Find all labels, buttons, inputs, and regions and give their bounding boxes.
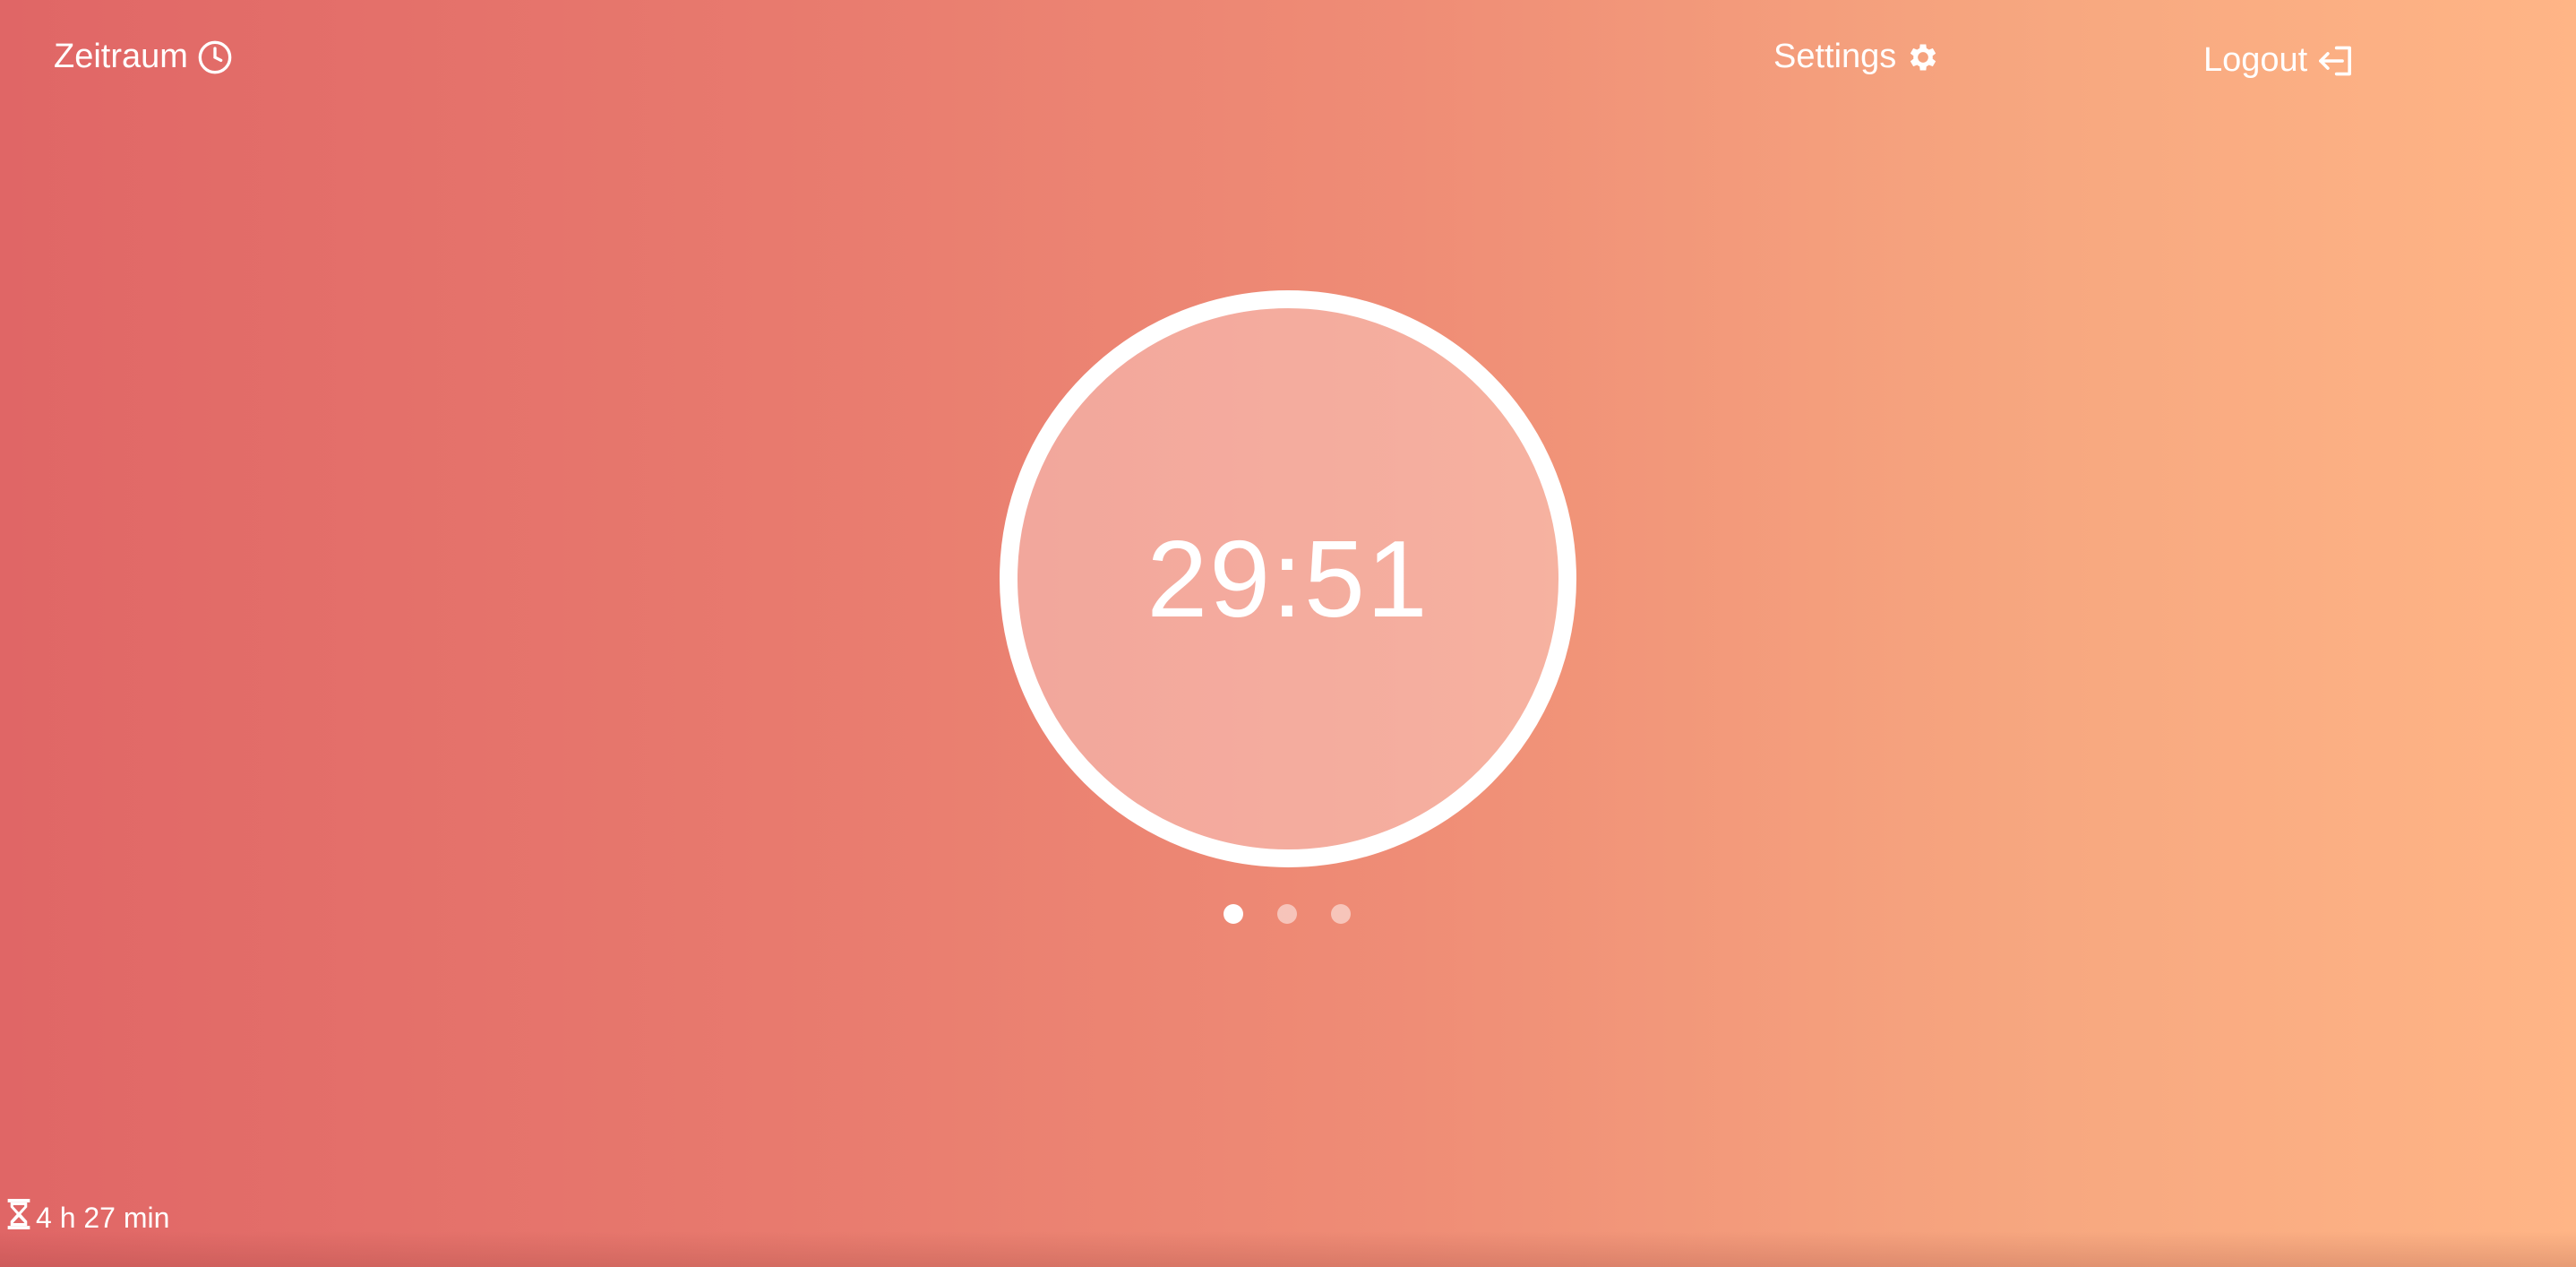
worktime-status: 4 h 27 min [7,1199,169,1237]
logout-label: Logout [2203,41,2308,79]
brand-link[interactable]: Zeitraum [54,38,233,76]
gear-icon [1905,39,1941,75]
settings-link[interactable]: Settings [1773,38,1941,76]
bottom-shade [0,1231,2576,1267]
pager-dot-3[interactable] [1331,904,1351,924]
clock-icon [197,39,233,75]
settings-label: Settings [1773,38,1897,75]
logout-icon [2316,43,2354,79]
timer-display: 29:51 [1146,518,1430,640]
pager-dot-1[interactable] [1224,904,1243,924]
brand-label: Zeitraum [54,38,188,75]
hourglass-icon [7,1199,30,1237]
pager-dot-2[interactable] [1277,904,1297,924]
timer-circle[interactable]: 29:51 [1000,290,1576,867]
pager-dots [1224,904,1351,924]
logout-link[interactable]: Logout [2203,41,2354,80]
worktime-text: 4 h 27 min [36,1201,170,1234]
